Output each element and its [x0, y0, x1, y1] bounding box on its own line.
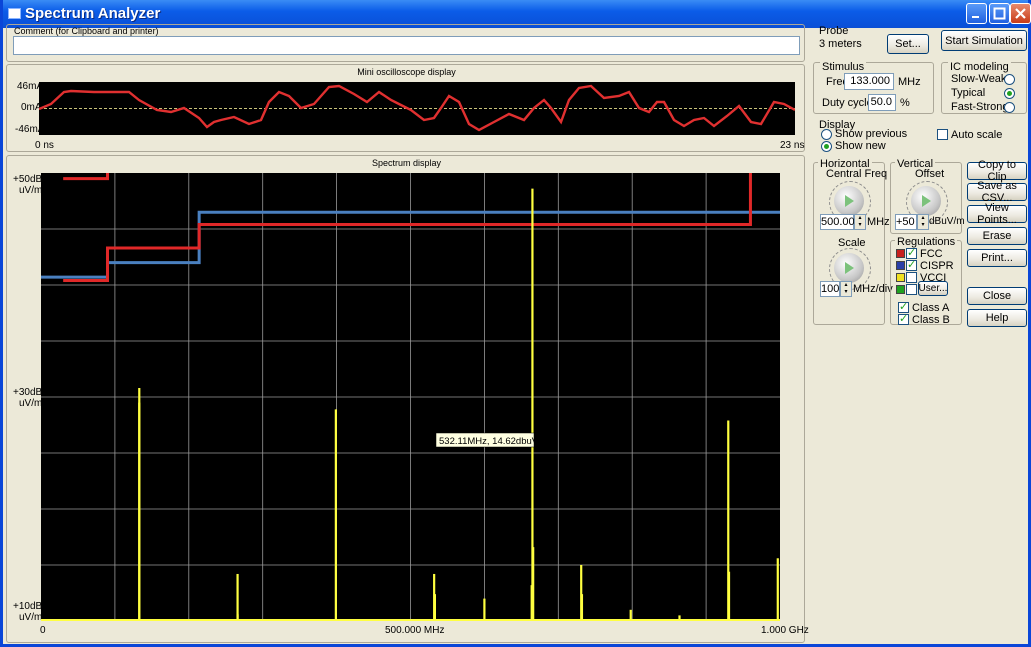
- offset-label: Offset: [915, 168, 945, 180]
- ic-modeling-panel: IC modeling Slow-Weak Typical Fast-Stron…: [941, 61, 1027, 114]
- duty-unit: %: [900, 97, 910, 109]
- freq-input[interactable]: 133.000: [844, 73, 894, 90]
- cispr-checkbox[interactable]: [906, 258, 917, 271]
- ic-radio-fast-strong[interactable]: [1004, 102, 1015, 113]
- play-icon: [845, 262, 854, 274]
- user-checkbox[interactable]: [906, 284, 917, 295]
- maximize-icon: [993, 7, 1006, 20]
- ic-radio-typical[interactable]: [1004, 88, 1015, 99]
- cispr-label: CISPR: [920, 260, 954, 272]
- auto-scale-checkbox[interactable]: [937, 129, 948, 140]
- spec-y-unit-10: uV/m: [19, 612, 43, 623]
- central-freq-spinner[interactable]: ▴ ▾: [854, 214, 866, 230]
- spec-y-unit-50: uV/m: [19, 185, 43, 196]
- user-color-swatch: [896, 285, 905, 294]
- central-freq-label: Central Freq: [826, 168, 888, 180]
- play-icon: [922, 195, 931, 207]
- ic-option-slow-weak: Slow-Weak: [951, 73, 1007, 85]
- ic-option-fast-strong: Fast-Strong: [951, 101, 1009, 113]
- auto-scale-label: Auto scale: [951, 129, 1003, 141]
- close-window-button[interactable]: [1010, 3, 1031, 24]
- probe-set-button[interactable]: Set...: [887, 34, 929, 54]
- spectrum-analyzer-window: Spectrum Analyzer Comment (for Clipboard…: [0, 0, 1031, 647]
- spec-y-label-10: +10dB: [13, 601, 43, 612]
- close-button[interactable]: Close: [967, 287, 1027, 305]
- spectrum-title: Spectrum display: [371, 158, 442, 168]
- offset-spinner[interactable]: ▴ ▾: [917, 214, 929, 230]
- user-regulation-button[interactable]: User...: [918, 281, 948, 296]
- spectrum-panel: Spectrum display +50dB uV/m +30dB uV/m +…: [6, 155, 809, 643]
- osc-x-end: 23 ns: [780, 140, 805, 151]
- regulations-panel: Regulations FCC CISPR VCCI User... Class…: [890, 236, 962, 326]
- show-previous-radio[interactable]: [821, 129, 832, 140]
- close-icon: [1015, 8, 1026, 19]
- regulations-label: Regulations: [895, 236, 958, 248]
- spectrum-tooltip-text: 532.11MHz, 14.62dbuV/m: [439, 436, 549, 447]
- comment-panel: Comment (for Clipboard and printer): [6, 24, 805, 62]
- fcc-label: FCC: [920, 248, 943, 260]
- window-title: Spectrum Analyzer: [25, 5, 161, 22]
- probe-value: 3 meters: [819, 38, 862, 50]
- show-new-radio[interactable]: [821, 141, 832, 152]
- vcci-checkbox[interactable]: [906, 272, 917, 283]
- erase-button[interactable]: Erase: [967, 227, 1027, 245]
- class-b-label: Class B: [912, 314, 950, 326]
- minimize-button[interactable]: [966, 3, 987, 24]
- scale-spinner[interactable]: ▴ ▾: [840, 281, 852, 297]
- scale-unit: MHz/div: [853, 283, 893, 295]
- show-new-label: Show new: [835, 140, 886, 152]
- spec-x-label-500: 500.000 MHz: [385, 625, 445, 636]
- spec-y-label-30: +30dB: [13, 387, 43, 398]
- stimulus-panel: Stimulus Freq: 133.000 MHz Duty cycle: 5…: [813, 61, 934, 114]
- display-panel: Display Show previous Show new Auto scal…: [813, 119, 1027, 153]
- comment-label: Comment (for Clipboard and printer): [14, 26, 159, 36]
- ic-modeling-label: IC modeling: [948, 61, 1011, 73]
- freq-unit: MHz: [898, 76, 921, 88]
- spectrum-plot[interactable]: 532.11MHz, 14.62dbuV/m: [41, 173, 780, 621]
- osc-x-start: 0 ns: [35, 140, 54, 151]
- spec-x-label-0: 0: [40, 625, 46, 636]
- save-as-csv-button[interactable]: Save as CSV...: [967, 180, 1027, 204]
- cispr-color-swatch: [896, 261, 905, 270]
- ic-option-typical: Typical: [951, 87, 986, 99]
- oscilloscope-title: Mini oscilloscope display: [357, 67, 456, 77]
- comment-input[interactable]: [13, 36, 800, 55]
- maximize-button[interactable]: [989, 3, 1010, 24]
- class-a-label: Class A: [912, 302, 950, 314]
- show-previous-label: Show previous: [835, 128, 908, 140]
- copy-to-clip-button[interactable]: Copy to Clip: [967, 159, 1027, 183]
- help-button[interactable]: Help: [967, 309, 1027, 327]
- ic-radio-slow-weak[interactable]: [1004, 74, 1015, 85]
- stimulus-label: Stimulus: [820, 61, 867, 73]
- spectrum-tooltip: 532.11MHz, 14.62dbuV/m: [435, 432, 549, 448]
- minimize-icon: [972, 16, 979, 18]
- spec-y-label-50: +50dB: [13, 174, 43, 185]
- view-points-button[interactable]: View Points...: [967, 202, 1027, 226]
- app-icon: [8, 8, 21, 19]
- scale-input[interactable]: 100: [820, 281, 840, 297]
- class-b-checkbox[interactable]: [898, 312, 909, 325]
- central-freq-unit: MHz: [867, 216, 890, 228]
- vcci-color-swatch: [896, 273, 905, 282]
- offset-unit: dBuV/m: [929, 216, 965, 227]
- scale-knob[interactable]: [829, 248, 871, 290]
- start-simulation-button[interactable]: Start Simulation: [941, 30, 1027, 51]
- offset-input[interactable]: +50: [895, 214, 917, 230]
- print-button[interactable]: Print...: [967, 249, 1027, 267]
- central-freq-knob[interactable]: [829, 181, 871, 223]
- fcc-color-swatch: [896, 249, 905, 258]
- play-icon: [845, 195, 854, 207]
- central-freq-input[interactable]: 500.00: [820, 214, 855, 230]
- offset-knob[interactable]: [906, 181, 948, 223]
- horizontal-panel: Horizontal Central Freq 500.00 ▴ ▾ MHz Sc…: [813, 158, 893, 325]
- spec-y-unit-30: uV/m: [19, 398, 43, 409]
- spec-x-label-1000: 1.000 GHz: [761, 625, 809, 636]
- oscilloscope-plot: [39, 82, 795, 135]
- probe-panel: Probe 3 meters Set...: [813, 24, 934, 58]
- oscilloscope-panel: Mini oscilloscope display 46mA 0mA -46mA…: [6, 64, 805, 152]
- vertical-panel: Vertical Offset +50 ▴ ▾ dBuV/m: [890, 158, 965, 234]
- duty-input[interactable]: 50.0: [868, 94, 896, 111]
- probe-label: Probe: [819, 25, 849, 37]
